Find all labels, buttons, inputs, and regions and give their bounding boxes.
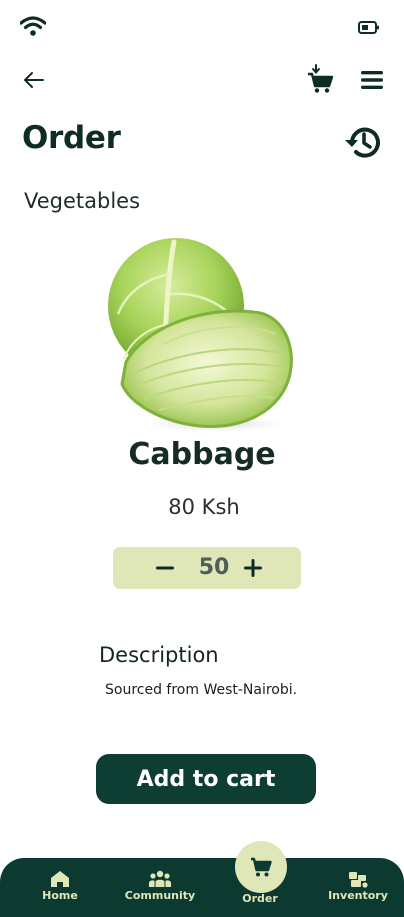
home-icon — [51, 871, 69, 887]
arrow-left-icon[interactable] — [22, 68, 46, 92]
cart-download-icon[interactable] — [306, 64, 334, 94]
nav-label-inventory: Inventory — [328, 889, 388, 902]
add-to-cart-button[interactable]: Add to cart — [96, 754, 316, 804]
product-price: 80 Ksh — [168, 495, 240, 519]
minus-icon[interactable] — [153, 557, 177, 579]
nav-label-community: Community — [124, 889, 196, 902]
nav-item-home[interactable]: Home — [38, 870, 82, 902]
community-icon — [149, 870, 171, 887]
plus-icon[interactable] — [241, 556, 265, 580]
nav-label-order: Order — [242, 892, 278, 905]
product-name: Cabbage — [128, 437, 276, 472]
nav-label-home: Home — [42, 889, 78, 902]
history-icon[interactable] — [343, 122, 383, 162]
cabbage-image — [108, 238, 296, 433]
nav-item-community[interactable]: Community — [122, 870, 198, 902]
quantity-value[interactable]: 50 — [185, 555, 243, 580]
wifi-icon — [20, 16, 46, 36]
top-bar — [0, 60, 404, 100]
status-bar — [0, 0, 404, 50]
page-title: Order — [22, 120, 121, 156]
category-label: Vegetables — [24, 189, 141, 213]
description-title: Description — [99, 643, 219, 667]
inventory-icon — [349, 872, 368, 888]
description-text: Sourced from West-Nairobi. — [105, 682, 298, 698]
cart-icon — [251, 857, 272, 877]
quantity-stepper: 50 — [113, 547, 301, 589]
battery-icon — [358, 21, 379, 34]
hamburger-menu-icon[interactable] — [361, 70, 383, 90]
bottom-nav: Home Community Inventory — [0, 858, 404, 917]
nav-item-inventory[interactable]: Inventory — [326, 870, 390, 902]
nav-item-order[interactable] — [235, 841, 287, 893]
